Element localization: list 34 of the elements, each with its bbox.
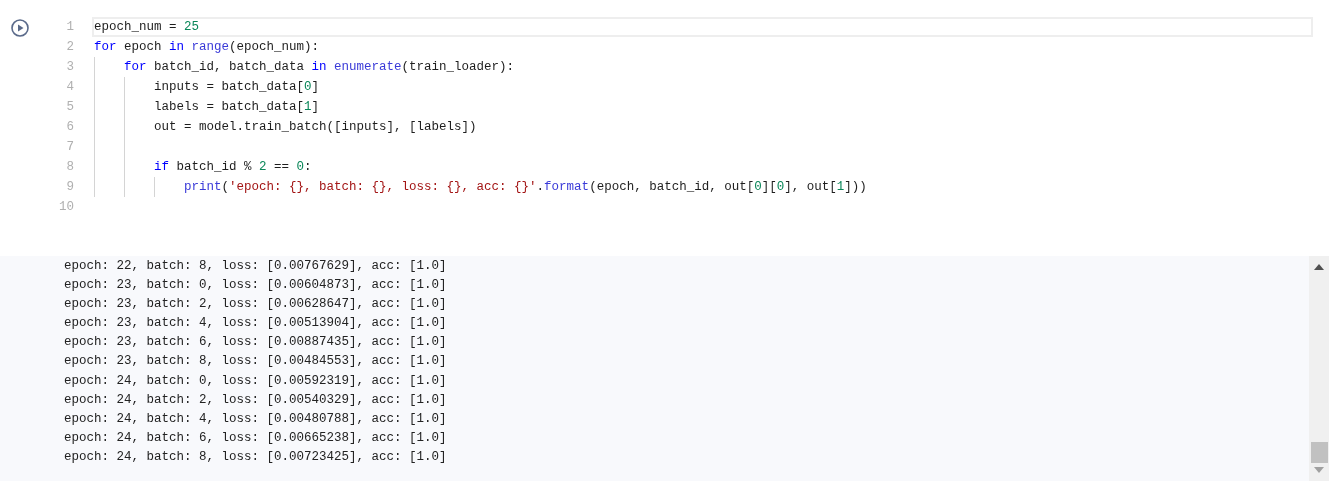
output-line: epoch: 24, batch: 0, loss: [0.00592319], acc: [1.0] — [64, 372, 448, 390]
scroll-up-icon[interactable] — [1314, 264, 1324, 270]
line-number: 4 — [65, 78, 74, 96]
line-number: 1 — [65, 18, 74, 36]
line-number: 5 — [65, 98, 74, 116]
code-line: inputs = batch_data[0] — [154, 78, 320, 96]
output-line: epoch: 24, batch: 8, loss: [0.00723425], acc: [1.0] — [64, 448, 448, 466]
code-line: print('epoch: {}, batch: {}, loss: {}, acc: {}'.format(epoch, batch_id, out[0][0], out[1])) — [184, 178, 867, 196]
code-line: labels = batch_data[1] — [154, 98, 320, 116]
line-number: 3 — [65, 58, 74, 76]
code-line: if batch_id % 2 == 0: — [154, 158, 312, 176]
scrollbar[interactable] — [1309, 256, 1329, 481]
code-line: epoch_num = 25 — [94, 18, 200, 36]
code-line: for epoch in range(epoch_num): — [94, 38, 320, 56]
run-icon[interactable] — [11, 19, 29, 37]
scrollbar-thumb[interactable] — [1310, 442, 1328, 463]
line-number: 9 — [65, 178, 74, 196]
output-line: epoch: 23, batch: 0, loss: [0.00604873], acc: [1.0] — [64, 277, 448, 295]
line-number: 10 — [58, 198, 74, 216]
output-line: epoch: 23, batch: 6, loss: [0.00887435], acc: [1.0] — [64, 334, 448, 352]
output-line: epoch: 23, batch: 4, loss: [0.00513904], acc: [1.0] — [64, 315, 448, 333]
output-line: epoch: 23, batch: 2, loss: [0.00628647], acc: [1.0] — [64, 296, 448, 314]
line-number: 8 — [65, 158, 74, 176]
output-line: epoch: 22, batch: 8, loss: [0.00767629], acc: [1.0] — [64, 258, 448, 275]
output-line: epoch: 24, batch: 6, loss: [0.00665238], acc: [1.0] — [64, 429, 448, 447]
line-number: 6 — [65, 118, 74, 136]
code-line: out = model.train_batch([inputs], [labels]) — [154, 118, 477, 136]
output-line: epoch: 24, batch: 2, loss: [0.00540329], acc: [1.0] — [64, 391, 448, 409]
output-line: epoch: 24, batch: 4, loss: [0.00480788], acc: [1.0] — [64, 410, 448, 428]
line-number: 2 — [65, 38, 74, 56]
scroll-down-icon[interactable] — [1314, 467, 1324, 473]
output-line: epoch: 23, batch: 8, loss: [0.00484553], acc: [1.0] — [64, 353, 448, 371]
code-line: for batch_id, batch_data in enumerate(train_loader): — [124, 58, 515, 76]
line-number: 7 — [65, 138, 74, 156]
